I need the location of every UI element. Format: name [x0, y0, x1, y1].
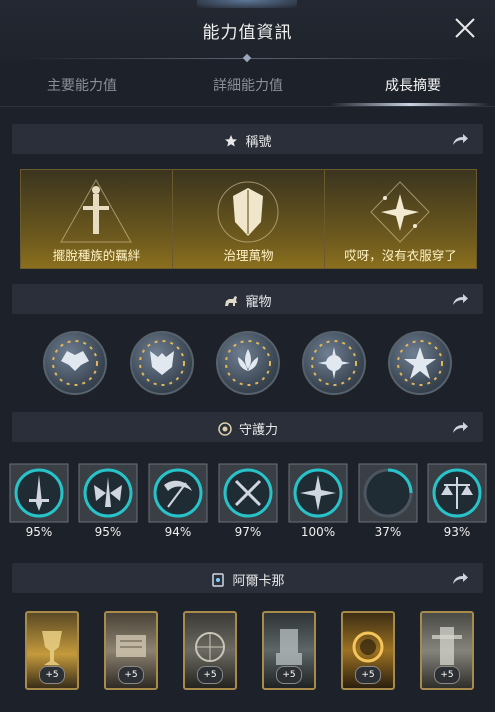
arcana-card[interactable]: +5 [104, 611, 158, 690]
arcana-level-badge: +5 [276, 666, 302, 684]
arcana-level-badge: +5 [355, 666, 381, 684]
tab-main-stats[interactable]: 主要能力值 [2, 75, 162, 95]
section-title-arcana: 阿爾卡那 [232, 574, 285, 589]
pet-slot[interactable] [302, 331, 366, 395]
guardian-slot[interactable] [218, 463, 278, 523]
pet-leaf-icon [397, 340, 443, 386]
pet-horse-icon [225, 296, 238, 306]
arcana-card[interactable]: +5 [420, 611, 474, 690]
pet-slot[interactable] [388, 331, 452, 395]
arcana-card[interactable]: +5 [25, 611, 79, 690]
arcana-card[interactable]: +5 [262, 611, 316, 690]
pet-slot[interactable] [130, 331, 194, 395]
title-card[interactable]: 擺脫種族的羈絆 [20, 169, 173, 269]
guardian-slot[interactable] [9, 463, 69, 523]
section-header-titles: 稱號 [12, 124, 483, 154]
share-arrow-icon[interactable] [451, 131, 469, 147]
guardian-scales-icon [427, 463, 487, 523]
guardian-slot[interactable] [288, 463, 348, 523]
share-arrow-icon[interactable] [451, 419, 469, 435]
sword-emblem-icon [60, 178, 132, 243]
title-card[interactable]: 治理萬物 [172, 169, 325, 269]
title-label: 治理萬物 [223, 248, 274, 263]
guardian-crest-icon [218, 422, 232, 436]
title-label: 哎呀，沒有衣服穿了 [344, 248, 457, 263]
pet-sun-icon [311, 340, 357, 386]
share-arrow-icon[interactable] [451, 570, 469, 586]
pet-lotus-icon [225, 340, 271, 386]
divider-diamond-icon [242, 53, 252, 63]
arcana-card[interactable]: +5 [183, 611, 237, 690]
guardian-percent: 95% [25, 525, 53, 539]
guardian-sword-icon [9, 463, 69, 523]
section-title-guardian: 守護力 [238, 423, 278, 438]
guardian-slot[interactable] [358, 463, 418, 523]
section-header-arcana: 阿爾卡那 [12, 563, 483, 593]
section-header-pets: 寵物 [12, 284, 483, 314]
guardian-slot[interactable] [78, 463, 138, 523]
pet-slot[interactable] [43, 331, 107, 395]
arcana-card[interactable]: +5 [341, 611, 395, 690]
star-emblem-icon [370, 181, 430, 243]
guardian-percent: 37% [374, 525, 402, 539]
arcana-card-icon [212, 573, 225, 587]
title-card[interactable]: 哎呀，沒有衣服穿了 [324, 169, 477, 269]
guardian-scythe-icon [148, 463, 208, 523]
arcana-level-badge: +5 [39, 666, 65, 684]
guardian-percent: 94% [164, 525, 192, 539]
section-title-titles: 稱號 [245, 135, 272, 150]
header-glow [197, 0, 297, 8]
guardian-percent: 97% [234, 525, 262, 539]
section-header-guardian: 守護力 [12, 412, 483, 442]
guardian-slot[interactable] [427, 463, 487, 523]
star-medal-icon [225, 135, 238, 147]
guardian-compass-icon [288, 463, 348, 523]
pet-wolf-icon [139, 340, 185, 386]
arcana-level-badge: +5 [434, 666, 460, 684]
pet-slot[interactable] [216, 331, 280, 395]
guardian-slot[interactable] [148, 463, 208, 523]
title-label: 擺脫種族的羈絆 [52, 248, 141, 263]
guardian-crossed-blades-icon [218, 463, 278, 523]
arcana-level-badge: +5 [118, 666, 144, 684]
pet-wings-icon [52, 340, 98, 386]
close-icon[interactable] [451, 14, 479, 42]
tabs-divider [0, 106, 495, 107]
guardian-percent: 100% [300, 525, 336, 539]
dialog-title: 能力值資訊 [202, 23, 293, 43]
tab-bar: 主要能力值 詳細能力值 成長摘要 [0, 62, 495, 106]
shield-emblem-icon [217, 181, 279, 243]
section-title-pets: 寵物 [245, 295, 272, 310]
guardian-percent: 95% [94, 525, 122, 539]
guardian-percent: 93% [443, 525, 471, 539]
arcana-level-badge: +5 [197, 666, 223, 684]
guardian-wings-icon [78, 463, 138, 523]
dialog-header: 能力值資訊 [0, 0, 495, 63]
tab-detailed-stats[interactable]: 詳細能力值 [168, 75, 328, 95]
share-arrow-icon[interactable] [451, 291, 469, 307]
tab-growth-summary[interactable]: 成長摘要 [333, 75, 493, 95]
guardian-moon-icon [358, 463, 418, 523]
